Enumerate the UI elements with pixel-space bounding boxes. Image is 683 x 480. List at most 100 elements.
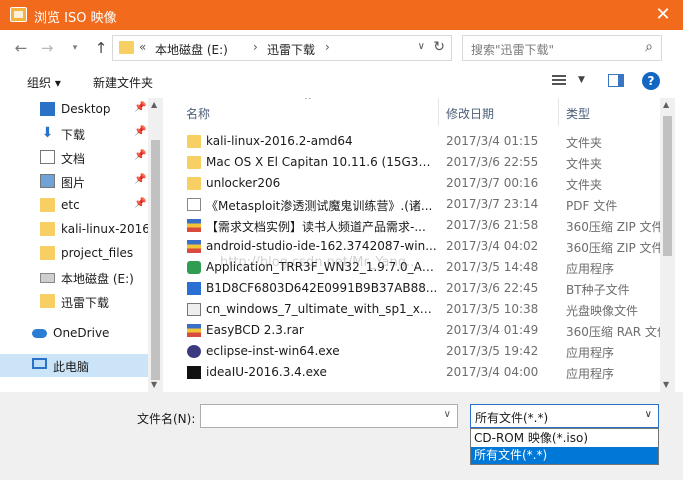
scroll-up-icon[interactable]: ▲ — [151, 100, 157, 109]
nav-item-downloads[interactable]: ⬇ 下载 📌 — [0, 122, 148, 145]
documents-icon — [40, 150, 55, 164]
file-list-scrollbar[interactable]: ▲ ▼ — [660, 98, 675, 392]
file-list: ^ 名称 修改日期 类型 kali-linux-2016.2-amd64 201… — [168, 98, 660, 392]
file-type-dropdown: CD-ROM 映像(*.iso) 所有文件(*.*) — [470, 428, 659, 465]
breadcrumb-separator[interactable]: › — [253, 40, 258, 54]
pdf-icon — [187, 198, 201, 211]
search-icon[interactable]: ⌕ — [645, 39, 653, 55]
nav-item-label: etc — [61, 198, 80, 212]
scroll-up-icon[interactable]: ▲ — [663, 100, 669, 109]
column-divider[interactable] — [558, 98, 559, 126]
scroll-down-icon[interactable]: ▼ — [663, 380, 669, 389]
search-input[interactable]: 搜索"迅雷下载" ⌕ — [462, 35, 662, 61]
nav-item-label: Desktop — [61, 102, 111, 116]
file-type: BT种子文件 — [566, 283, 630, 297]
nav-item-documents[interactable]: 文档 📌 — [0, 146, 148, 169]
file-name: Mac OS X El Capitan 10.11.6 (15G31)... — [206, 155, 438, 169]
scroll-down-icon[interactable]: ▼ — [151, 380, 157, 389]
pin-icon: 📌 — [134, 198, 147, 209]
preview-pane-icon[interactable] — [608, 74, 624, 87]
option-all-files[interactable]: 所有文件(*.*) — [471, 447, 658, 464]
file-row[interactable]: Application_TRR3F_WN32_1.9.7.0_A00... 20… — [168, 257, 660, 278]
sort-ascending-icon: ^ — [304, 98, 312, 106]
file-date: 2017/3/4 04:02 — [446, 239, 539, 253]
nav-item-desktop[interactable]: Desktop 📌 — [0, 98, 148, 121]
scroll-thumb[interactable] — [663, 116, 672, 256]
file-row[interactable]: ideaIU-2016.3.4.exe 2017/3/4 04:00 应用程序 — [168, 362, 660, 383]
zip-archive-icon — [187, 240, 201, 253]
nav-item-etc[interactable]: etc 📌 — [0, 194, 148, 217]
breadcrumb-overflow[interactable]: « — [139, 40, 146, 54]
file-row[interactable]: B1D8CF6803D642E0991B9B37AB88... 2017/3/6… — [168, 278, 660, 299]
file-row[interactable]: EasyBCD 2.3.rar 2017/3/4 01:49 360压缩 RAR… — [168, 320, 660, 341]
nav-item-kali[interactable]: kali-linux-2016. — [0, 218, 154, 241]
breadcrumb-drive[interactable]: 本地磁盘 (E:) — [155, 41, 228, 58]
file-date: 2017/3/6 21:58 — [446, 218, 539, 232]
column-header: ^ 名称 修改日期 类型 — [168, 98, 660, 126]
filename-input[interactable]: ∨ — [200, 404, 458, 428]
nav-item-drive-e[interactable]: 本地磁盘 (E:) — [0, 266, 148, 289]
desktop-icon — [40, 102, 55, 116]
onedrive-icon — [32, 329, 47, 338]
column-divider[interactable] — [438, 98, 439, 126]
file-type-selected: 所有文件(*.*) — [475, 411, 549, 425]
file-date: 2017/3/5 10:38 — [446, 302, 539, 316]
chevron-down-icon[interactable]: ∨ — [444, 409, 451, 420]
breadcrumb-separator[interactable]: › — [325, 40, 330, 54]
folder-icon — [40, 294, 55, 308]
file-name: ideaIU-2016.3.4.exe — [206, 365, 327, 379]
address-dropdown-icon[interactable]: ∨ — [418, 41, 425, 52]
chevron-down-icon[interactable]: ∨ — [645, 409, 652, 420]
refresh-icon[interactable]: ↻ — [433, 39, 445, 55]
navigation-pane: Desktop 📌 ⬇ 下载 📌 文档 📌 图片 📌 etc 📌 kali-li… — [0, 98, 163, 392]
disc-image-icon — [187, 303, 201, 316]
file-row[interactable]: cn_windows_7_ultimate_with_sp1_x64_... 2… — [168, 299, 660, 320]
rar-archive-icon — [187, 324, 201, 337]
file-row[interactable]: android-studio-ide-162.3742087-win... 20… — [168, 236, 660, 257]
view-dropdown-icon[interactable]: ▼ — [578, 75, 585, 85]
file-row[interactable]: 【需求文档实例】读书人频道产品需求-... 2017/3/6 21:58 360… — [168, 215, 660, 236]
file-name: unlocker206 — [206, 176, 281, 190]
column-date[interactable]: 修改日期 — [446, 105, 494, 122]
close-button[interactable]: ✕ — [643, 0, 683, 30]
file-type-select[interactable]: 所有文件(*.*) ∨ — [470, 404, 659, 428]
nav-item-onedrive[interactable]: OneDrive — [0, 322, 148, 345]
pin-icon: 📌 — [134, 126, 147, 137]
nav-item-this-pc[interactable]: 此电脑 — [0, 354, 148, 377]
column-name[interactable]: 名称 — [186, 105, 210, 122]
address-bar[interactable]: « 本地磁盘 (E:) › 迅雷下载 › ∨ ↻ — [112, 35, 452, 61]
file-name: EasyBCD 2.3.rar — [206, 323, 304, 337]
nav-scrollbar[interactable]: ▲ ▼ — [148, 98, 163, 392]
view-options-icon[interactable] — [552, 73, 566, 87]
up-button[interactable]: ↑ — [92, 39, 110, 57]
eclipse-icon — [187, 345, 201, 358]
nav-item-label: 此电脑 — [53, 360, 90, 374]
file-date: 2017/3/4 04:00 — [446, 365, 539, 379]
file-type: 应用程序 — [566, 262, 615, 276]
scroll-thumb[interactable] — [151, 140, 160, 380]
file-type: 360压缩 ZIP 文件 — [566, 241, 660, 255]
file-row[interactable]: Mac OS X El Capitan 10.11.6 (15G31)... 2… — [168, 152, 660, 173]
breadcrumb-folder[interactable]: 迅雷下载 — [267, 41, 315, 58]
nav-item-thunder-downloads[interactable]: 迅雷下载 — [0, 290, 148, 313]
file-type: 应用程序 — [566, 367, 615, 381]
file-row[interactable]: unlocker206 2017/3/7 00:16 文件夹 — [168, 173, 660, 194]
organize-button[interactable]: 组织 ▾ — [27, 74, 61, 91]
nav-item-pictures[interactable]: 图片 📌 — [0, 170, 148, 193]
search-placeholder: 搜索"迅雷下载" — [471, 43, 555, 57]
recent-locations-chevron-icon[interactable]: ▾ — [66, 43, 84, 53]
file-date: 2017/3/7 23:14 — [446, 197, 539, 211]
back-button[interactable]: ← — [12, 39, 30, 57]
column-type[interactable]: 类型 — [566, 105, 590, 122]
forward-button[interactable]: → — [38, 39, 56, 57]
nav-item-project-files[interactable]: project_files — [0, 242, 148, 265]
file-date: 2017/3/4 01:49 — [446, 323, 539, 337]
file-row[interactable]: eclipse-inst-win64.exe 2017/3/5 19:42 应用… — [168, 341, 660, 362]
file-row[interactable]: 《Metasploit渗透测试魔鬼训练营》.(诸... 2017/3/7 23:… — [168, 194, 660, 215]
folder-icon — [40, 222, 55, 236]
file-row[interactable]: kali-linux-2016.2-amd64 2017/3/4 01:15 文… — [168, 131, 660, 152]
help-icon[interactable]: ? — [642, 72, 660, 90]
file-date: 2017/3/6 22:45 — [446, 281, 539, 295]
new-folder-button[interactable]: 新建文件夹 — [93, 74, 153, 91]
option-iso[interactable]: CD-ROM 映像(*.iso) — [471, 430, 658, 447]
